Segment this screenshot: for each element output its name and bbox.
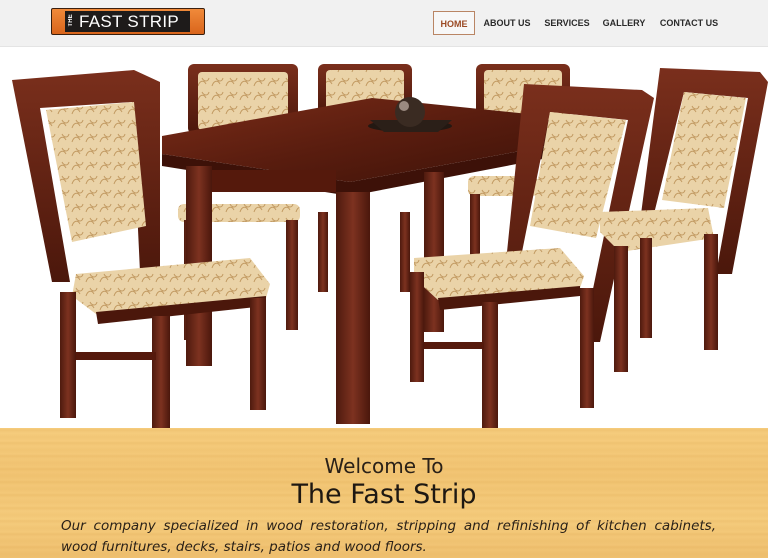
welcome-description: Our company specialized in wood restorat… xyxy=(61,518,716,555)
welcome-heading: The Fast Strip xyxy=(291,479,477,510)
welcome-section: Welcome To The Fast Strip Our company sp… xyxy=(0,428,768,558)
hero-image xyxy=(0,62,768,428)
nav-gallery[interactable]: GALLERY xyxy=(601,11,647,35)
nav-services[interactable]: SERVICES xyxy=(542,11,592,35)
site-header: THE FAST STRIP HOME ABOUT US SERVICES GA… xyxy=(0,0,768,47)
nav-home[interactable]: HOME xyxy=(433,11,475,35)
main-nav: HOME ABOUT US SERVICES GALLERY CONTACT U… xyxy=(0,11,768,35)
welcome-title: Welcome To xyxy=(324,454,444,478)
nav-contact-us[interactable]: CONTACT US xyxy=(657,11,721,35)
dining-set-illustration xyxy=(12,64,768,428)
nav-about-us[interactable]: ABOUT US xyxy=(482,11,532,35)
